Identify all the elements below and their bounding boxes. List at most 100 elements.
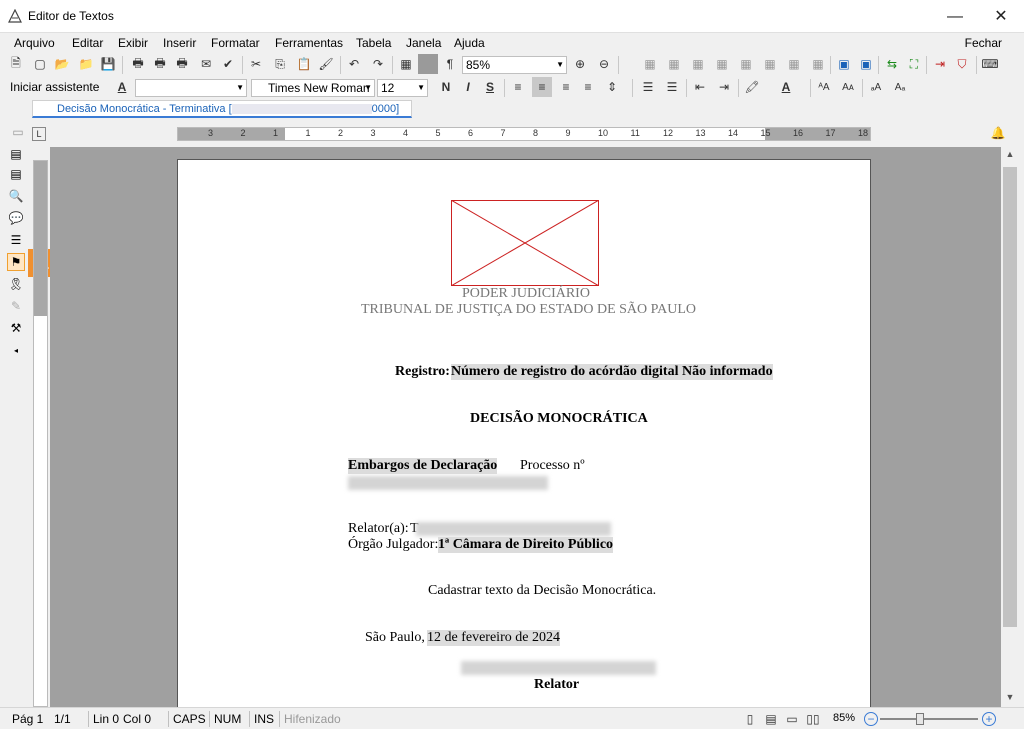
style-select[interactable]: ▼ [135,79,247,97]
close-button[interactable]: ✕ [978,0,1024,33]
zoom-in-icon[interactable]: ⊕ [570,54,590,74]
table-icon[interactable]: ▦ [396,54,416,74]
format-painter-icon[interactable]: 🖌 [316,54,336,74]
registro-value[interactable]: Número de registro do acórdão digital Nã… [451,364,773,380]
redo-icon[interactable]: ↷ [368,54,388,74]
bullets-icon[interactable]: ☰ [638,77,658,97]
size-select[interactable]: 12 ▼ [377,79,428,97]
menu-tabela[interactable]: Tabela [356,36,391,50]
document-tab[interactable]: Decisão Monocrática - Terminativa [0000] [32,100,412,118]
print-setup-icon[interactable]: 🖶 [172,54,192,74]
table-cols-icon[interactable]: ▦ [808,54,828,74]
underline-icon[interactable]: S [480,77,500,97]
body-text[interactable]: Cadastrar texto da Decisão Monocrática. [428,583,656,599]
menu-exibir[interactable]: Exibir [118,36,148,50]
print-preview-icon[interactable]: 🖶 [150,54,170,74]
zoom-out-button[interactable]: − [864,712,878,726]
table-delete-icon[interactable]: ▦ [664,54,684,74]
align-center-icon[interactable]: ≡ [532,77,552,97]
paste-icon[interactable]: 📋 [294,54,314,74]
tab-stop-icon[interactable]: L [32,127,46,141]
zoom-slider-thumb[interactable] [916,713,924,725]
menu-ferramentas[interactable]: Ferramentas [275,36,343,50]
cut-icon[interactable]: ✂ [246,54,266,74]
horizontal-ruler[interactable]: 3 2 1 1 2 3 4 5 6 7 8 9 10 11 12 13 14 15 16 17 18 [177,127,871,141]
vertical-scrollbar[interactable]: ▲ ▼ [1001,147,1019,707]
indent-icon[interactable]: ⇥ [714,77,734,97]
menu-arquivo[interactable]: Arquivo [14,36,55,50]
line-spacing-icon[interactable]: ⇕ [602,77,622,97]
zoom-out-icon[interactable]: ⊖ [594,54,614,74]
bell-icon[interactable]: 🔔 [988,123,1008,143]
document-page[interactable]: PODER JUDICIÁRIO TRIBUNAL DE JUSTIÇA DO … [177,159,871,707]
embargos-label[interactable]: Embargos de Declaração [348,458,498,474]
minimize-button[interactable]: — [932,0,978,33]
fechar-button[interactable]: Fechar [965,36,1002,50]
spellcheck-icon[interactable]: ✔ [218,54,238,74]
table-props-icon[interactable]: ▦ [760,54,780,74]
menu-formatar[interactable]: Formatar [211,36,260,50]
table-merge-icon[interactable]: ▦ [712,54,732,74]
undo-icon[interactable]: ↶ [344,54,364,74]
sidebar-list-icon[interactable]: ☰ [7,231,25,249]
subscript-icon[interactable]: Aᴀ [838,77,858,97]
view-page-icon[interactable]: ▯ [740,709,760,729]
sidebar-search-icon[interactable]: 🔍 [7,187,25,205]
tree-icon[interactable]: ⛶ [904,54,924,74]
scroll-up-icon[interactable]: ▲ [1001,149,1019,159]
sidebar-docs-icon[interactable]: ▤ [7,145,25,163]
sidebar-sign-icon[interactable]: ✎ [7,297,25,315]
sidebar-comments-icon[interactable]: 💬 [7,209,25,227]
table-rows-icon[interactable]: ▦ [784,54,804,74]
sidebar-certificate-icon[interactable]: 🎗 [7,275,25,293]
scroll-thumb[interactable] [1003,167,1017,627]
superscript-icon[interactable]: ᴬA [814,77,834,97]
columns-icon[interactable] [418,54,438,74]
track-changes-icon[interactable]: ▭ [8,122,28,142]
align-right-icon[interactable]: ≡ [556,77,576,97]
table-insert-icon[interactable]: ▦ [640,54,660,74]
orgao-value[interactable]: 1ª Câmara de Direito Público [438,537,614,553]
email-icon[interactable]: ✉ [196,54,216,74]
field-list-icon[interactable]: ▣ [856,54,876,74]
style-icon[interactable]: A [112,77,132,97]
sidebar-paint-icon[interactable]: ⚒ [7,319,25,337]
zoom-in-button[interactable]: + [982,712,996,726]
merge-icon[interactable]: ⇆ [882,54,902,74]
scroll-down-icon[interactable]: ▼ [1001,692,1019,702]
menu-editar[interactable]: Editar [72,36,103,50]
date-value[interactable]: 12 de fevereiro de 2024 [427,630,560,646]
paragraph-marks-icon[interactable]: ¶ [440,54,460,74]
sidebar-fields-icon[interactable]: ⚑ [7,253,25,271]
highlight-icon[interactable]: 🖍 [742,77,762,97]
view-draft-icon[interactable]: ▤ [761,709,781,729]
print-icon[interactable]: 🖶 [128,54,148,74]
field-icon[interactable]: ▣ [834,54,854,74]
menu-inserir[interactable]: Inserir [163,36,196,50]
menu-janela[interactable]: Janela [406,36,441,50]
save-icon[interactable]: 💾 [98,54,118,74]
sidebar-collapse-icon[interactable]: ◂ [7,341,25,359]
zoom-slider[interactable] [880,718,978,720]
table-split-icon[interactable]: ▦ [736,54,756,74]
italic-icon[interactable]: I [458,77,478,97]
copy-icon[interactable]: ⎘ [270,54,290,74]
zoom-select[interactable]: 85% ▼ [462,56,567,74]
vertical-ruler[interactable] [33,160,48,707]
align-left-icon[interactable]: ≡ [508,77,528,97]
open-icon[interactable]: 📁 [76,54,96,74]
justify-icon[interactable]: ≡ [578,77,598,97]
table-borders-icon[interactable]: ▦ [688,54,708,74]
keyboard-icon[interactable]: ⌨ [980,54,1000,74]
grow-font-icon[interactable]: ₐA [866,77,886,97]
filter-icon[interactable]: ⛉ [952,54,972,74]
open-folder-icon[interactable]: 📂 [52,54,72,74]
export-icon[interactable]: ⇥ [930,54,950,74]
bold-icon[interactable]: N [436,77,456,97]
new-assist-icon[interactable]: 🗎 [6,54,26,74]
outdent-icon[interactable]: ⇤ [690,77,710,97]
view-two-pages-icon[interactable]: ▯▯ [803,709,823,729]
view-web-icon[interactable]: ▭ [782,709,802,729]
sidebar-templates-icon[interactable]: ▤ [7,165,25,183]
numbering-icon[interactable]: ☰ [662,77,682,97]
